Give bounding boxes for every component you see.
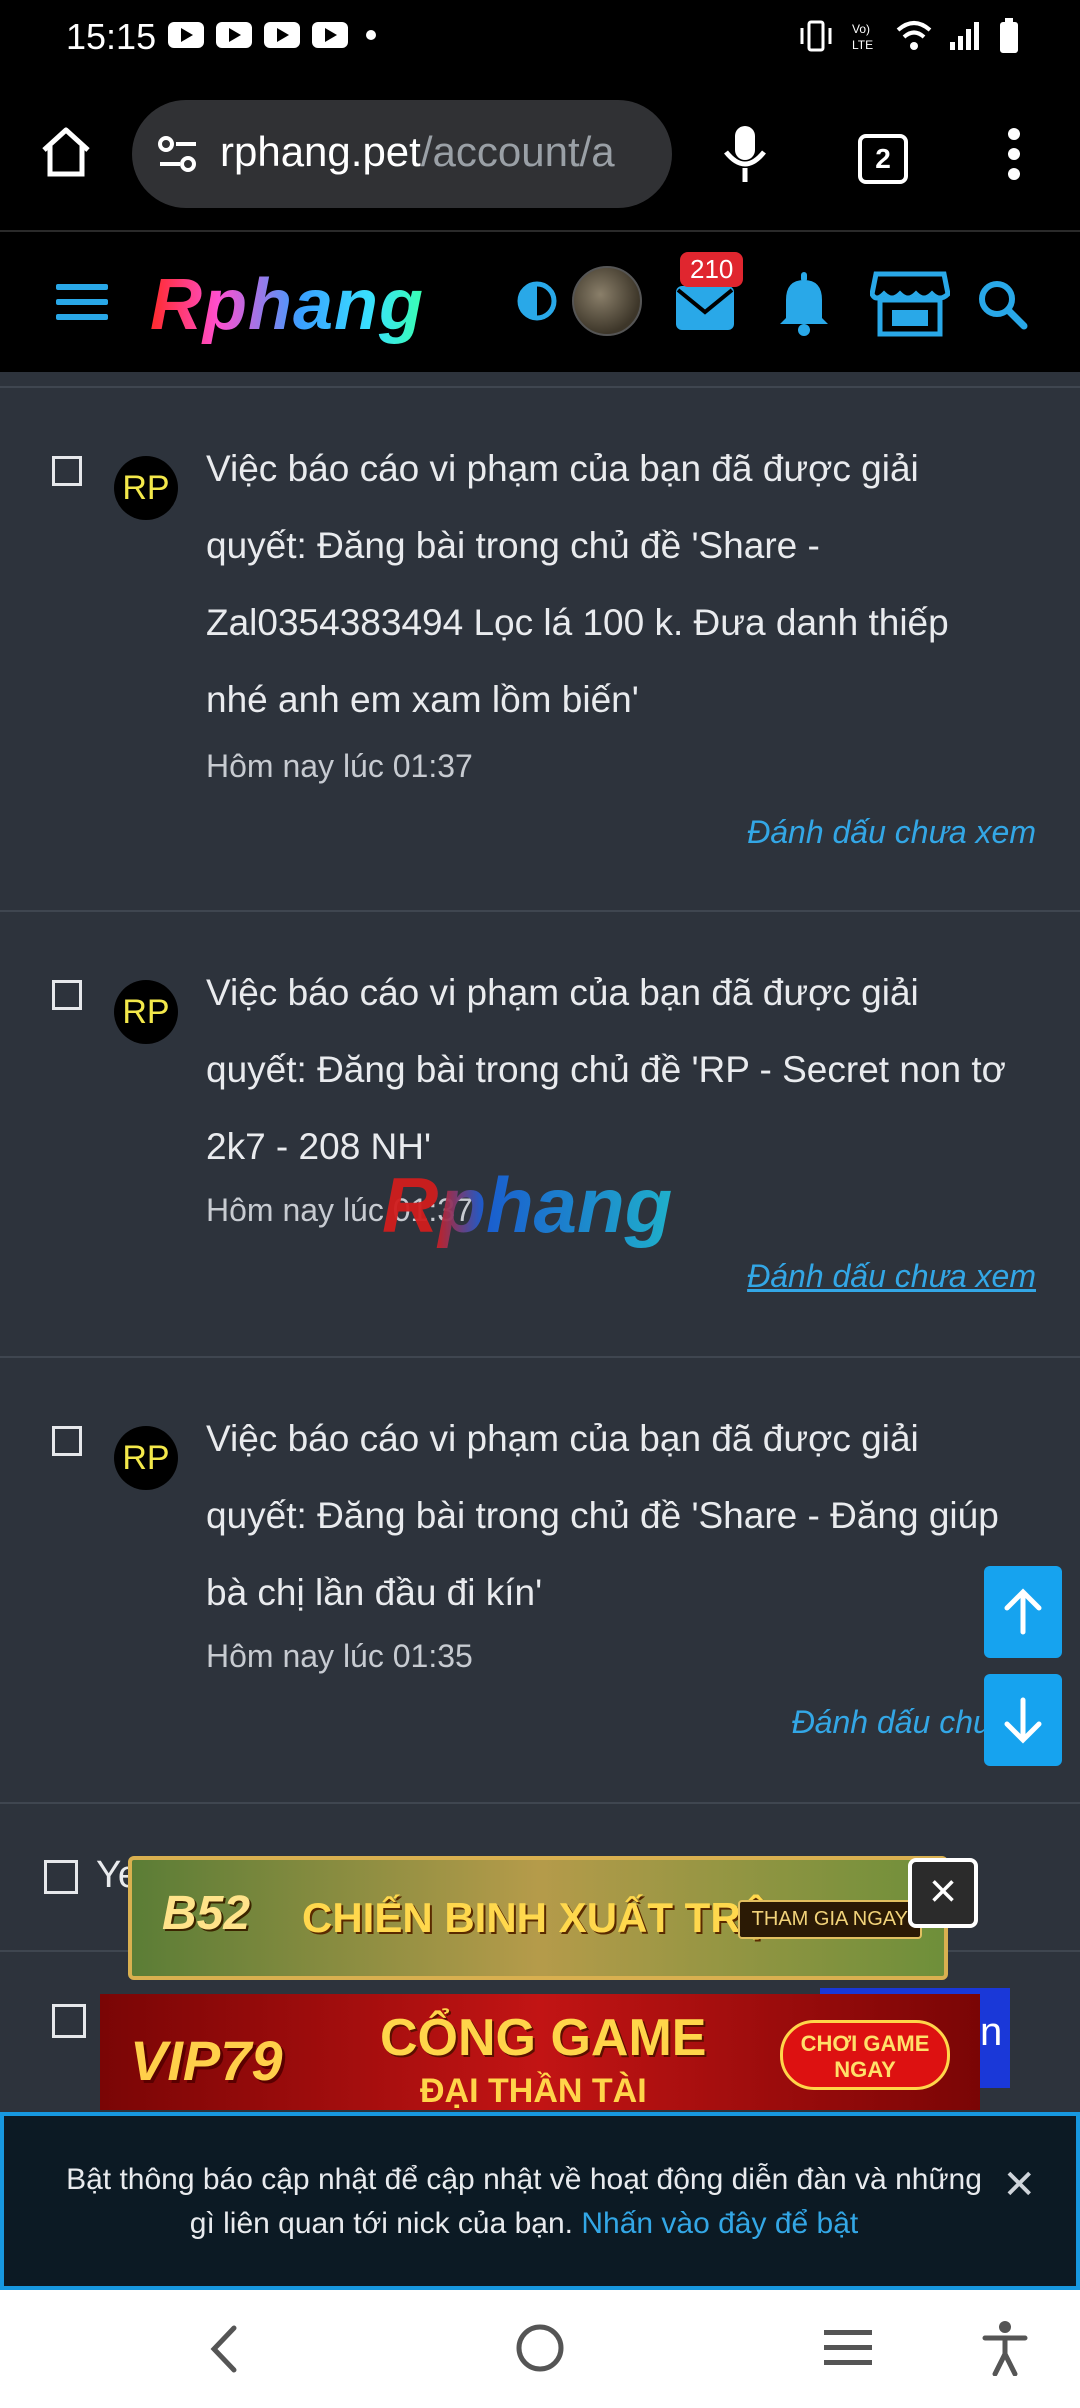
system-navigation-bar xyxy=(0,2290,1080,2408)
youtube-icon xyxy=(312,22,348,48)
accessibility-icon[interactable] xyxy=(982,2320,1028,2376)
volte-icon: Vo) LTE xyxy=(852,22,873,52)
store-icon[interactable] xyxy=(870,270,950,338)
avatar[interactable]: RP xyxy=(114,456,178,520)
svg-text:Vo): Vo) xyxy=(852,22,870,36)
url-host: rphang.pet xyxy=(220,128,421,175)
site-header: Rphang 210 xyxy=(0,230,1080,372)
ad-brand: B52 xyxy=(162,1887,251,1940)
url-text[interactable]: rphang.pet/account/a xyxy=(220,128,660,176)
notification-line: Việc báo cáo vi phạm của bạn đã được giả… xyxy=(206,972,919,1013)
address-bar[interactable]: rphang.pet/account/a xyxy=(132,100,672,208)
youtube-icon xyxy=(216,22,252,48)
svg-text:LTE: LTE xyxy=(852,38,873,52)
ad-subtitle: ĐẠI THẦN TÀI xyxy=(420,2072,647,2110)
notification-line: nhé anh em xam lồm biến' xyxy=(206,679,639,720)
wifi-icon xyxy=(896,21,932,50)
status-time: 15:15 xyxy=(66,16,157,57)
notification-time: Hôm nay lúc 01:37 xyxy=(206,748,473,784)
select-checkbox[interactable] xyxy=(52,1426,82,1456)
push-notification-prompt: Bật thông báo cập nhật để cập nhật về ho… xyxy=(0,2112,1080,2290)
notification-line: Việc báo cáo vi phạm của bạn đã được giả… xyxy=(206,448,919,489)
notification-time: Hôm nay lúc 01:35 xyxy=(206,1638,473,1674)
vibrate-icon xyxy=(800,20,832,52)
ad-close-button[interactable]: × xyxy=(908,1858,978,1928)
theme-toggle-icon[interactable] xyxy=(516,280,558,322)
notification-line: bà chị lần đầu đi kín' xyxy=(206,1572,543,1613)
arrow-up-icon xyxy=(1004,1588,1042,1635)
enable-notifications-link[interactable]: Nhấn vào đây để bật xyxy=(581,2207,858,2240)
home-icon[interactable] xyxy=(38,124,94,180)
search-icon[interactable] xyxy=(976,278,1028,330)
home-button-icon[interactable] xyxy=(514,2322,566,2374)
microphone-icon[interactable] xyxy=(720,124,770,186)
status-bar: 15:15 Vo) LTE xyxy=(0,0,1080,78)
recent-apps-icon[interactable] xyxy=(822,2326,874,2370)
inbox-icon[interactable] xyxy=(674,282,736,332)
mark-unread-link[interactable]: Đánh dấu chưa xem xyxy=(747,1258,1036,1295)
signal-icon xyxy=(950,22,979,50)
notification-line: quyết: Đăng bài trong chủ đề 'Share - xyxy=(206,525,820,566)
battery-icon xyxy=(1000,18,1018,53)
browser-toolbar: rphang.pet/account/a 2 xyxy=(0,78,1080,230)
notification-line: quyết: Đăng bài trong chủ đề 'RP - Secre… xyxy=(206,1049,1006,1090)
ad-title: CỔNG GAME xyxy=(380,2009,707,2067)
user-avatar[interactable] xyxy=(572,266,642,336)
ad-brand: VIP79 xyxy=(130,2029,283,2092)
notification-text[interactable]: Việc báo cáo vi phạm của bạn đã được giả… xyxy=(206,430,1026,738)
inbox-badge: 210 xyxy=(680,252,744,287)
notification-line: Việc báo cáo vi phạm của bạn đã được giả… xyxy=(206,1418,919,1459)
scroll-bottom-button[interactable] xyxy=(984,1674,1062,1766)
more-menu-icon[interactable] xyxy=(998,126,1030,182)
status-system-icons: Vo) LTE xyxy=(798,18,1020,54)
select-checkbox[interactable] xyxy=(44,1860,78,1894)
close-icon[interactable]: ✕ xyxy=(1002,2162,1036,2208)
site-logo[interactable]: Rphang xyxy=(150,264,424,346)
notification-item[interactable]: RP Việc báo cáo vi phạm của bạn đã được … xyxy=(0,910,1080,1358)
rphang-watermark: Rphang xyxy=(382,1161,673,1249)
ad-banner-b52[interactable]: B52 CHIẾN BINH XUẤT TRẬN THAM GIA NGAY xyxy=(128,1856,948,1980)
bell-icon[interactable] xyxy=(776,272,832,336)
more-notifications-dot-icon xyxy=(366,30,376,40)
youtube-icon xyxy=(264,22,300,48)
ad-cta-button[interactable]: THAM GIA NGAY xyxy=(737,1900,922,1939)
prompt-text: Bật thông báo cập nhật để cập nhật về ho… xyxy=(54,2158,994,2246)
notification-line: quyết: Đăng bài trong chủ đề 'Share - Đă… xyxy=(206,1495,999,1536)
youtube-icon xyxy=(168,22,204,48)
select-checkbox[interactable] xyxy=(52,456,82,486)
ad-title: CHIẾN BINH XUẤT TRẬN xyxy=(302,1894,802,1941)
scroll-top-button[interactable] xyxy=(984,1566,1062,1658)
notification-text[interactable]: Việc báo cáo vi phạm của bạn đã được giả… xyxy=(206,1400,1026,1631)
hamburger-menu-icon[interactable] xyxy=(54,280,110,324)
site-settings-icon[interactable] xyxy=(156,134,200,174)
ad-banner-vip79[interactable]: VIP79 CỔNG GAME ĐẠI THẦN TÀI CHƠI GAME N… xyxy=(100,1994,980,2110)
select-checkbox[interactable] xyxy=(52,2004,86,2038)
ad-cta-button[interactable]: CHƠI GAME NGAY xyxy=(780,2020,950,2090)
back-icon[interactable] xyxy=(206,2324,242,2374)
notification-item[interactable]: RP Việc báo cáo vi phạm của bạn đã được … xyxy=(0,386,1080,912)
notification-line: Zal0354383494 Lọc lá 100 k. Đưa danh thi… xyxy=(206,602,949,643)
notification-text[interactable]: Việc báo cáo vi phạm của bạn đã được giả… xyxy=(206,954,1026,1185)
url-path: /account/a xyxy=(420,128,615,175)
ad-banner-edge-text: n xyxy=(980,2010,1003,2054)
tab-switcher-button[interactable]: 2 xyxy=(858,134,908,184)
arrow-down-icon xyxy=(1004,1697,1042,1744)
notification-item[interactable]: RP Việc báo cáo vi phạm của bạn đã được … xyxy=(0,1356,1080,1804)
mark-unread-link[interactable]: Đánh dấu chưa xem xyxy=(747,814,1036,851)
status-notification-icons xyxy=(168,22,376,48)
avatar[interactable]: RP xyxy=(114,980,178,1044)
avatar[interactable]: RP xyxy=(114,1426,178,1490)
select-checkbox[interactable] xyxy=(52,980,82,1010)
